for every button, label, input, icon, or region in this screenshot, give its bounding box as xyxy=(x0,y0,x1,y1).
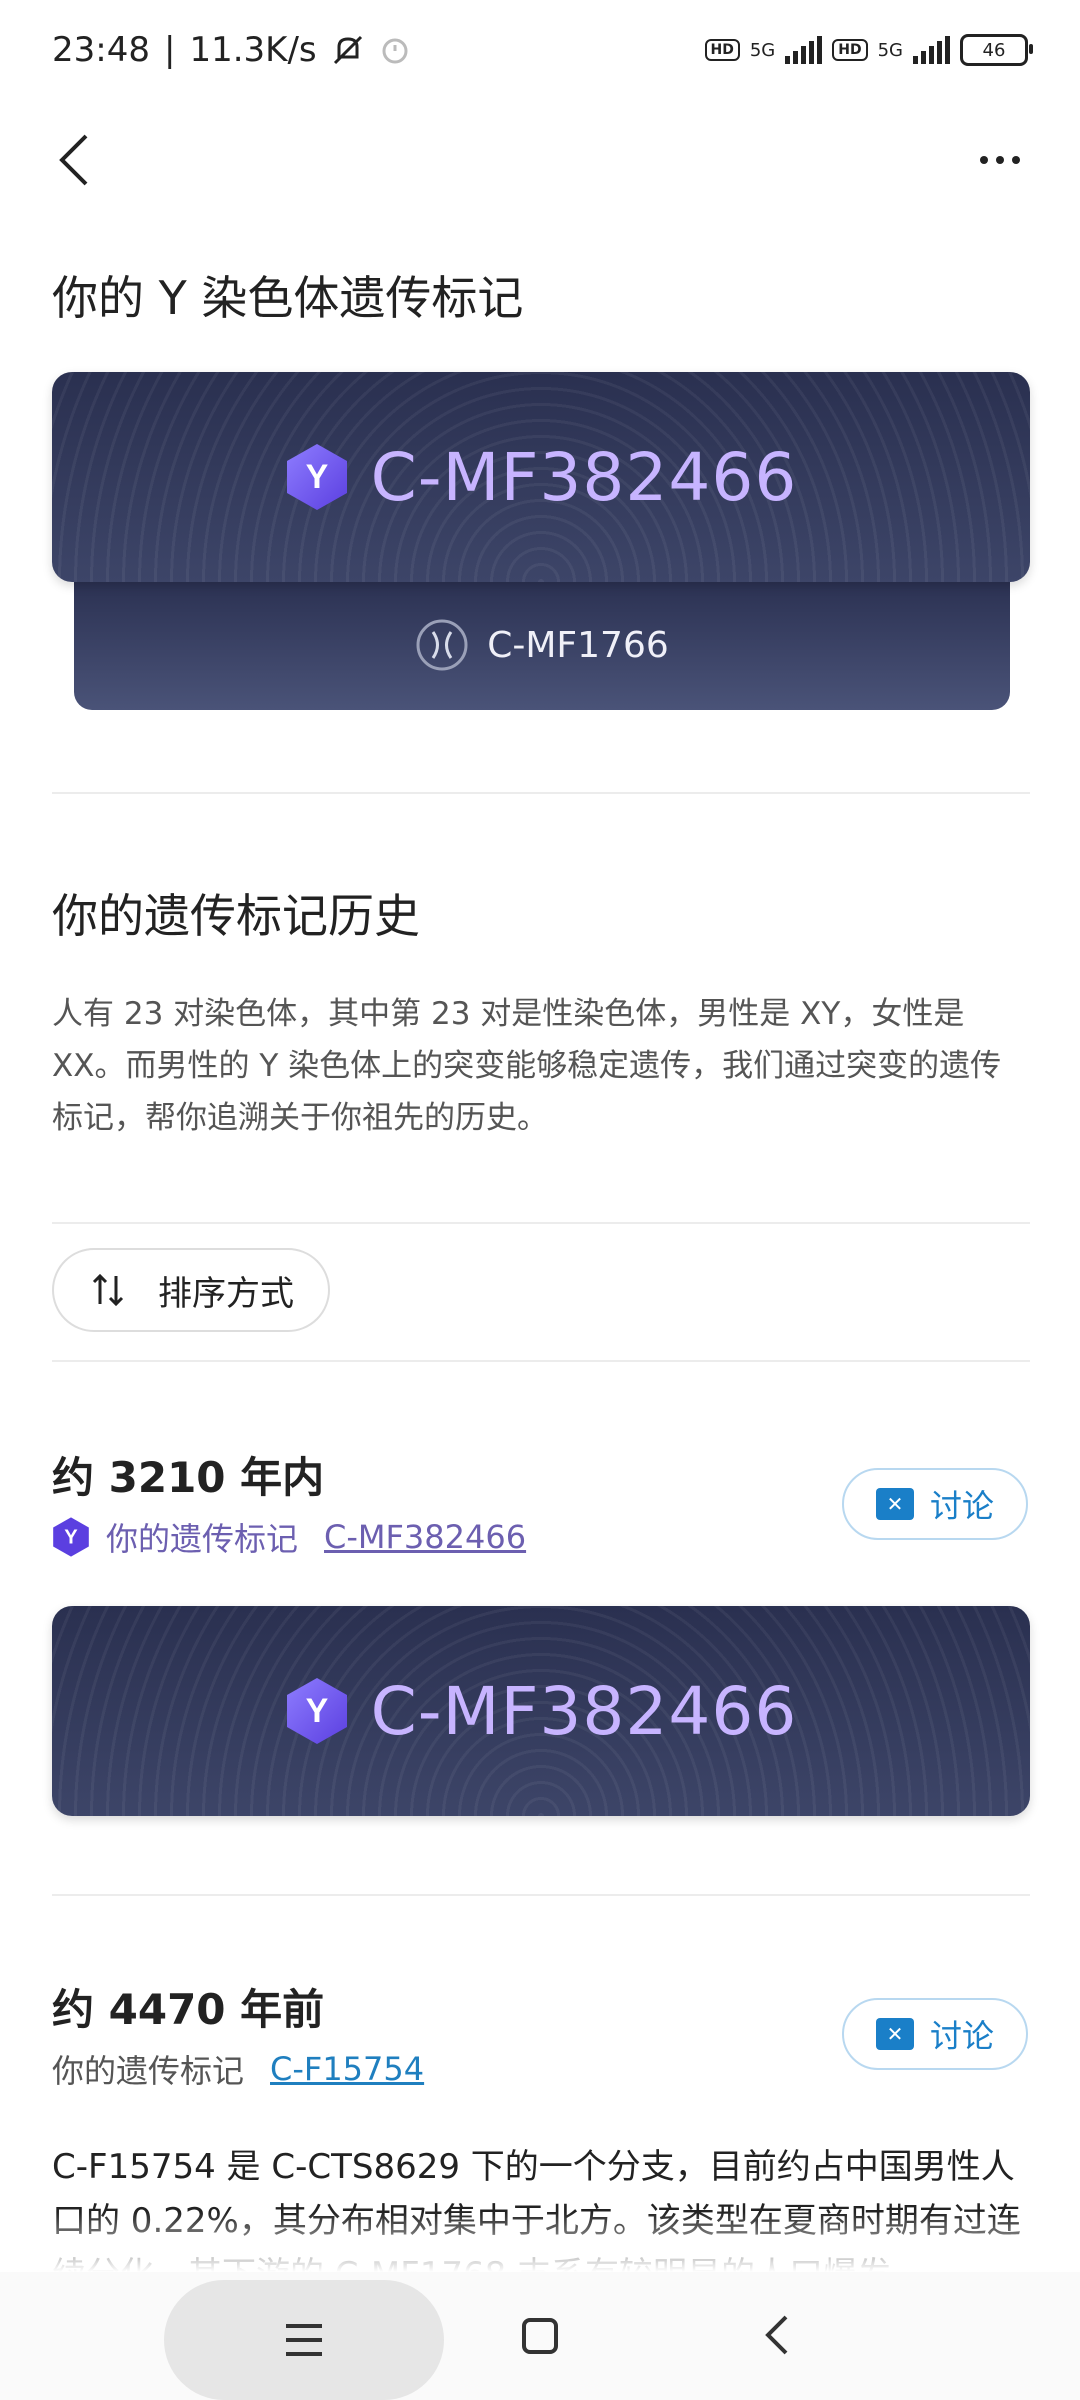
more-dot xyxy=(980,156,988,164)
status-net-speed: 11.3K/s xyxy=(189,30,317,70)
timeline-marker-link[interactable]: C-MF382466 xyxy=(324,1518,526,1556)
parent-marker-text: C-MF1766 xyxy=(487,624,669,666)
system-nav-bar xyxy=(0,2212,1080,2400)
x-chromosome-icon xyxy=(416,619,468,671)
back-button[interactable] xyxy=(44,130,104,190)
signal-icon-1 xyxy=(785,36,823,64)
hd-badge-1: HD xyxy=(704,39,740,61)
status-bar: 23:48 | 11.3K/s HD 5G HD 5G 46 xyxy=(0,0,1080,100)
sort-icon xyxy=(92,1273,124,1307)
divider xyxy=(52,1360,1030,1362)
discuss-label: 讨论 xyxy=(929,1487,994,1525)
timeline-card-marker-text: C-MF382466 xyxy=(370,1672,798,1750)
divider xyxy=(52,1894,1030,1896)
battery-level: 46 xyxy=(982,39,1006,61)
svg-text:Y: Y xyxy=(64,1527,78,1549)
network-label-2: 5G xyxy=(877,39,903,61)
timeline-era-title: 约 3210 年内 xyxy=(52,1453,325,1502)
chevron-left-icon xyxy=(765,2315,788,2355)
system-back-button[interactable] xyxy=(752,2310,802,2360)
alarm-icon xyxy=(382,38,408,64)
menu-button[interactable] xyxy=(164,2280,444,2400)
parent-marker-card[interactable]: C-MF1766 xyxy=(74,580,1010,710)
primary-marker-card[interactable]: Y C-MF382466 xyxy=(52,372,1030,582)
sort-label: 排序方式 xyxy=(158,1273,294,1314)
discuss-icon: ✕ xyxy=(875,1488,914,1520)
more-dot xyxy=(996,156,1004,164)
battery-icon: 46 xyxy=(960,34,1033,66)
signal-icon-2 xyxy=(913,36,950,64)
discuss-button[interactable]: ✕ 讨论 xyxy=(842,1998,1028,2070)
mute-icon xyxy=(333,35,362,65)
status-separator: | xyxy=(163,30,176,70)
network-label-1: 5G xyxy=(749,39,776,61)
status-time: 23:48 xyxy=(52,30,150,70)
y-hexagon-icon: Y xyxy=(286,444,347,510)
history-description: 人有 23 对染色体，其中第 23 对是性染色体，男性是 XY，女性是 XX。而… xyxy=(52,996,1002,1136)
home-button[interactable] xyxy=(522,2318,558,2354)
timeline-marker-label: 你的遗传标记 xyxy=(106,1520,299,1558)
divider xyxy=(52,1222,1030,1224)
hd-badge-2: HD xyxy=(832,39,868,61)
svg-text:Y: Y xyxy=(305,1692,328,1730)
divider xyxy=(52,792,1030,794)
y-hexagon-icon: Y xyxy=(53,1517,89,1557)
more-button[interactable] xyxy=(960,130,1040,190)
timeline-era-title: 约 4470 年前 xyxy=(52,1985,325,2034)
chevron-left-icon xyxy=(59,134,88,186)
history-title: 你的遗传标记历史 xyxy=(52,889,420,943)
more-dot xyxy=(1012,156,1020,164)
sort-button[interactable]: 排序方式 xyxy=(52,1248,330,1332)
timeline-marker-label: 你的遗传标记 xyxy=(52,2052,245,2090)
timeline-marker-line: Y 你的遗传标记 C-MF382466 xyxy=(52,1514,526,1560)
y-marker-title: 你的 Y 染色体遗传标记 xyxy=(52,271,524,325)
status-left: 23:48 | 11.3K/s xyxy=(52,30,411,70)
status-right: HD 5G HD 5G 46 xyxy=(704,34,1033,66)
y-hexagon-icon: Y xyxy=(286,1678,347,1744)
timeline-marker-card[interactable]: Y C-MF382466 xyxy=(52,1606,1030,1816)
primary-marker-text: C-MF382466 xyxy=(370,438,798,516)
timeline-marker-line: 你的遗传标记 C-F15754 xyxy=(52,2046,424,2092)
discuss-label: 讨论 xyxy=(929,2017,994,2055)
timeline-marker-link[interactable]: C-F15754 xyxy=(270,2050,424,2088)
y-hexagon-letter: Y xyxy=(305,458,328,496)
menu-icon xyxy=(286,2324,322,2356)
top-nav-bar xyxy=(0,120,1080,200)
discuss-button[interactable]: ✕ 讨论 xyxy=(842,1468,1028,1540)
discuss-icon: ✕ xyxy=(875,2018,914,2050)
